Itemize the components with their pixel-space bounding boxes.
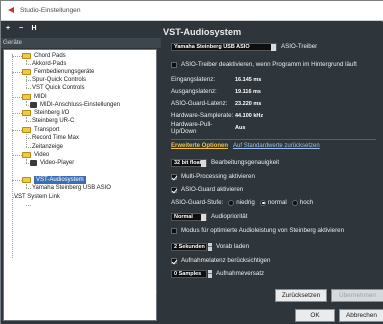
tree-item-midi[interactable]: MIDI xyxy=(22,93,47,101)
reset-device-button[interactable]: H xyxy=(30,25,38,35)
devices-header: Geräte xyxy=(1,38,161,48)
panel-heading: VST-Audiosystem xyxy=(163,27,242,37)
reset-to-defaults-link[interactable]: Auf Standardwerte zurücksetzen xyxy=(233,143,320,149)
tree-item-transport[interactable]: Transport xyxy=(22,126,59,134)
tree-item-vst-quick-controls[interactable]: VST Quick Controls xyxy=(32,84,85,92)
tree-item-time-display[interactable]: Zeitanzeige xyxy=(32,143,63,151)
guard-level-normal-radio[interactable] xyxy=(259,199,266,206)
folder-icon xyxy=(22,110,31,116)
device-tree[interactable]: Chord Pads Akkord-Pads Fernbedienungsger… xyxy=(3,49,157,321)
precision-label: Bearbeitungsgenauigkeit xyxy=(211,159,280,166)
asio-guard-level-label: ASIO-Guard-Stufe: xyxy=(171,199,224,206)
multiprocessing-row: Multi-Processing aktivieren xyxy=(171,172,255,181)
record-offset-label: Aufnahmeversatz xyxy=(216,270,265,277)
reset-button[interactable]: Zurücksetzen xyxy=(275,289,327,302)
asio-guard-row: ASIO-Guard aktivieren xyxy=(171,185,243,194)
record-offset-stepper[interactable] xyxy=(208,269,212,278)
audio-priority-label: Audiopriorität xyxy=(211,213,248,220)
record-offset-field[interactable]: 0 Samples xyxy=(171,269,207,278)
folder-icon xyxy=(22,177,31,183)
tree-item-steinberg-io[interactable]: Steinberg I/O xyxy=(22,109,69,117)
record-offset-row: 0 Samples Aufnahmeversatz xyxy=(171,269,264,278)
tab-advanced-options[interactable]: Erweiterte Optionen xyxy=(171,143,228,149)
dropdown-arrow-icon xyxy=(201,159,206,167)
asio-guard-checkbox[interactable] xyxy=(171,186,177,193)
folder-icon xyxy=(22,69,31,75)
tree-item-steinberg-ur-c[interactable]: Steinberg UR-C xyxy=(32,117,74,125)
tree-item-yamaha-steinberg-usb-asio[interactable]: Yamaha Steinberg USB ASIO xyxy=(32,184,111,192)
preload-row: 2 Sekunden Vorab laden xyxy=(171,242,249,251)
apply-button[interactable]: Übernehmen xyxy=(331,289,383,302)
tree-item-akkord-pads[interactable]: Akkord-Pads xyxy=(32,60,66,68)
asio-driver-label: ASIO-Treiber xyxy=(281,43,318,50)
deactivate-driver-checkbox[interactable] xyxy=(171,61,177,68)
tree-item-midi-port-setup[interactable]: MIDI-Anschluss-Einstellungen xyxy=(30,101,120,109)
window-title: Studio-Einstellungen xyxy=(20,7,81,14)
optimized-mode-checkbox[interactable] xyxy=(171,227,177,234)
preload-label: Vorab laden xyxy=(216,243,250,250)
folder-icon xyxy=(22,127,31,133)
devices-panel: + − H Geräte Chord Pads Akkord-Pads Fern… xyxy=(1,22,161,324)
tree-item-vst-system-link[interactable]: VST System Link xyxy=(14,193,60,201)
guard-level-low-radio[interactable] xyxy=(228,199,235,206)
guard-level-high-radio[interactable] xyxy=(291,199,298,206)
tree-item-record-time-max[interactable]: Record Time Max xyxy=(32,134,79,142)
remove-device-button[interactable]: − xyxy=(17,25,25,35)
deactivate-driver-row: ASIO-Treiber deaktivieren, wenn Programm… xyxy=(171,60,357,69)
section-divider xyxy=(171,139,376,140)
tree-item-video[interactable]: Video xyxy=(22,151,49,159)
tree-item-chord-pads[interactable]: Chord Pads xyxy=(22,52,66,60)
preload-stepper[interactable] xyxy=(208,242,212,251)
add-device-button[interactable]: + xyxy=(4,25,12,35)
multiprocessing-checkbox[interactable] xyxy=(171,173,177,180)
info-row: Hardware-Samplerate: 44.100 kHz xyxy=(171,112,264,119)
midi-port-icon xyxy=(30,102,37,108)
asio-driver-row: Yamaha Steinberg USB ASIO ASIO-Treiber xyxy=(171,42,317,51)
info-row: Eingangslatenz: 16.145 ms xyxy=(171,76,262,83)
audio-priority-row: Normal Audiopriorität xyxy=(171,212,247,221)
precision-dropdown[interactable]: 32 bit float xyxy=(171,158,207,167)
info-row: ASIO-Guard-Latenz: 23.220 ms xyxy=(171,100,262,107)
optimized-mode-row: Modus für optimierte Audioleistung von S… xyxy=(171,226,344,235)
options-tabs: Erweiterte Optionen Auf Standardwerte zu… xyxy=(171,143,320,149)
cancel-button[interactable]: Abbrechen xyxy=(339,309,383,322)
tree-item-video-player[interactable]: Video-Player xyxy=(30,159,74,167)
tree-item-remote-devices[interactable]: Fernbedienungsgeräte xyxy=(22,68,94,76)
precision-row: 32 bit float Bearbeitungsgenauigkeit xyxy=(171,158,279,167)
ok-button[interactable]: OK xyxy=(295,309,335,322)
folder-icon xyxy=(22,94,31,100)
folder-icon xyxy=(22,152,31,158)
info-row: Ausgangslatenz: 19.116 ms xyxy=(171,88,261,95)
info-row: Hardware-Pull-Up/Down Aus xyxy=(171,120,246,135)
cubase-app-icon xyxy=(7,6,16,15)
preload-field[interactable]: 2 Sekunden xyxy=(171,242,207,251)
latency-compensation-row: Aufnahmelatenz berücksichtigen xyxy=(171,256,270,265)
dropdown-arrow-icon xyxy=(201,213,206,221)
studio-settings-window: Studio-Einstellungen + − H Geräte Chord … xyxy=(0,0,383,324)
tree-item-track-quick-controls[interactable]: Spur-Quick Controls xyxy=(32,76,86,84)
video-player-icon xyxy=(30,160,37,166)
audio-priority-dropdown[interactable]: Normal xyxy=(171,212,207,221)
titlebar: Studio-Einstellungen xyxy=(1,1,383,21)
vst-audio-system-panel: VST-Audiosystem Yamaha Steinberg USB ASI… xyxy=(161,22,383,324)
asio-guard-level-row: ASIO-Guard-Stufe: niedrig normal hoch xyxy=(171,199,314,206)
device-toolbar: + − H xyxy=(4,25,38,35)
folder-icon xyxy=(22,53,31,59)
asio-driver-dropdown[interactable]: Yamaha Steinberg USB ASIO xyxy=(171,42,277,51)
latency-compensation-checkbox[interactable] xyxy=(171,257,177,264)
tree-item-vst-audio-system[interactable]: VST-Audiosystem xyxy=(22,176,86,184)
dropdown-arrow-icon xyxy=(271,43,276,51)
